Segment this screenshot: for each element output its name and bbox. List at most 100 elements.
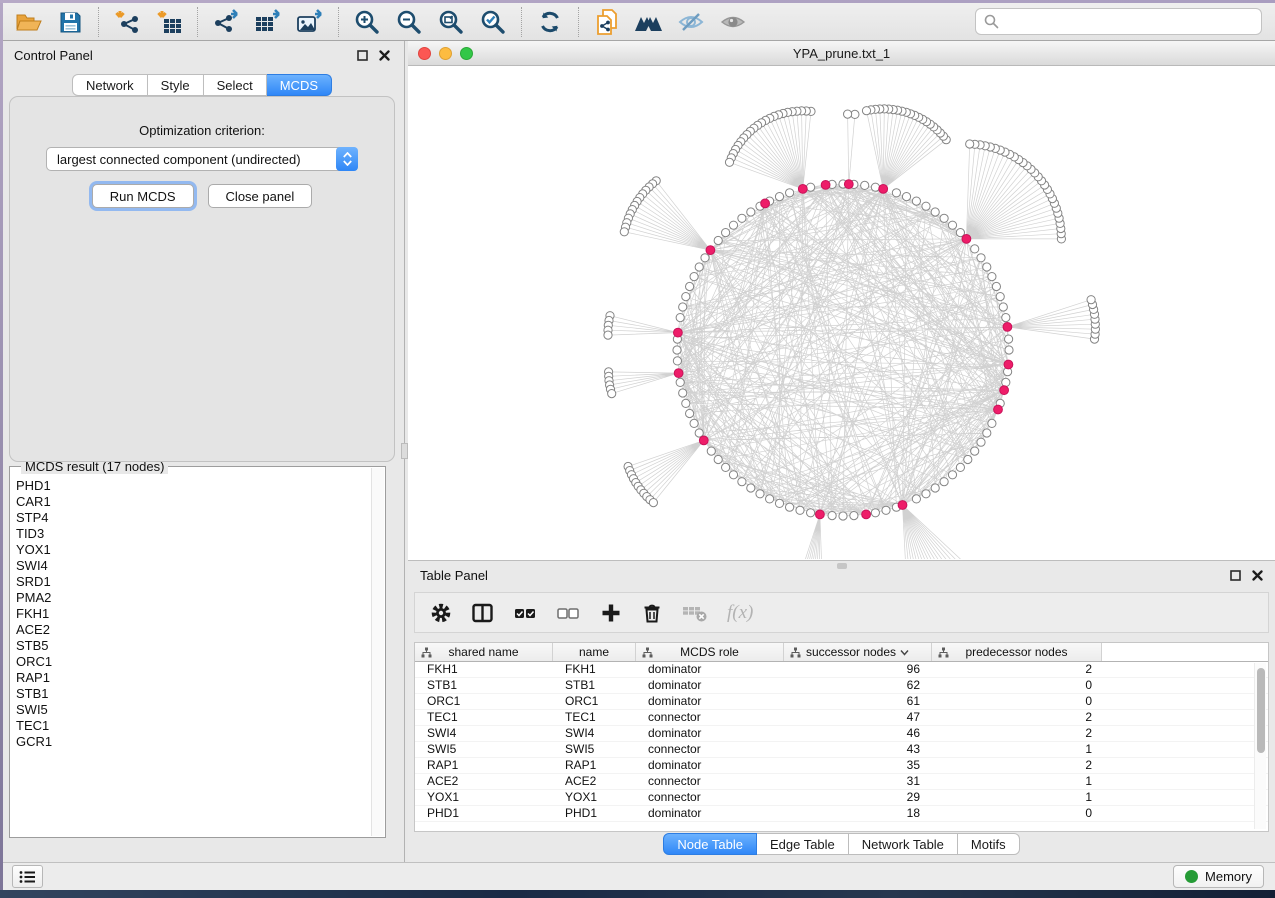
mcds-result-item[interactable]: SRD1 xyxy=(16,574,370,590)
table-row[interactable]: ORC1ORC1dominator610 xyxy=(415,694,1268,710)
open-file-icon[interactable] xyxy=(12,8,44,36)
mcds-result-item[interactable]: ORC1 xyxy=(16,654,370,670)
tab-network-table[interactable]: Network Table xyxy=(849,833,958,855)
float-table-panel-icon[interactable] xyxy=(1230,570,1241,581)
table-cell[interactable]: 1 xyxy=(932,774,1102,789)
graph-node[interactable] xyxy=(686,409,694,417)
mcds-graph-node[interactable] xyxy=(962,235,971,244)
graph-node[interactable] xyxy=(882,506,890,514)
graph-node[interactable] xyxy=(1005,346,1013,354)
table-cell[interactable]: SWI5 xyxy=(415,742,553,757)
graph-node[interactable] xyxy=(996,293,1004,301)
graph-node[interactable] xyxy=(786,503,794,511)
table-cell[interactable]: SWI4 xyxy=(553,726,636,741)
table-cell[interactable]: 0 xyxy=(932,806,1102,821)
table-cell[interactable]: 2 xyxy=(932,710,1102,725)
table-scrollbar-thumb[interactable] xyxy=(1257,668,1265,753)
graph-node[interactable] xyxy=(722,229,730,237)
table-row[interactable]: YOX1YOX1connector291 xyxy=(415,790,1268,806)
graph-node[interactable] xyxy=(747,208,755,216)
mcds-graph-node[interactable] xyxy=(1004,360,1013,369)
select-all-icon[interactable] xyxy=(514,602,538,624)
mcds-result-list[interactable]: PHD1CAR1STP4TID3YOX1SWI4SRD1PMA2FKH1ACE2… xyxy=(11,475,370,836)
import-network-icon[interactable] xyxy=(111,8,143,36)
graph-node[interactable] xyxy=(725,158,733,166)
mcds-result-item[interactable]: STB1 xyxy=(16,686,370,702)
graph-node[interactable] xyxy=(966,140,974,148)
refresh-view-icon[interactable] xyxy=(534,8,566,36)
table-cell[interactable]: dominator xyxy=(636,726,784,741)
new-network-from-selection-icon[interactable] xyxy=(591,8,623,36)
table-cell[interactable]: connector xyxy=(636,742,784,757)
splitter-grip[interactable] xyxy=(401,443,408,459)
deselect-all-icon[interactable] xyxy=(557,602,581,624)
mcds-result-item[interactable]: FKH1 xyxy=(16,606,370,622)
tab-motifs[interactable]: Motifs xyxy=(958,833,1020,855)
mcds-result-item[interactable]: SWI4 xyxy=(16,558,370,574)
mcds-result-item[interactable]: CAR1 xyxy=(16,494,370,510)
network-graph[interactable] xyxy=(408,66,1274,559)
graph-node[interactable] xyxy=(828,512,836,520)
table-cell[interactable]: 62 xyxy=(784,678,932,693)
table-cell[interactable]: ORC1 xyxy=(553,694,636,709)
graph-node[interactable] xyxy=(676,378,684,386)
table-cell[interactable]: dominator xyxy=(636,678,784,693)
graph-node[interactable] xyxy=(747,484,755,492)
graph-node[interactable] xyxy=(775,193,783,201)
table-settings-icon[interactable] xyxy=(430,602,452,624)
graph-node[interactable] xyxy=(922,202,930,210)
table-cell[interactable]: TEC1 xyxy=(415,710,553,725)
mcds-graph-node[interactable] xyxy=(844,180,853,189)
graph-node[interactable] xyxy=(862,107,870,115)
graph-node[interactable] xyxy=(861,181,869,189)
table-cell[interactable]: 96 xyxy=(784,662,932,677)
table-scrollbar[interactable] xyxy=(1254,663,1266,829)
mcds-graph-node[interactable] xyxy=(816,510,825,519)
table-cell[interactable]: FKH1 xyxy=(553,662,636,677)
mcds-graph-node[interactable] xyxy=(674,328,683,337)
graph-node[interactable] xyxy=(983,429,991,437)
mcds-result-item[interactable]: STP4 xyxy=(16,510,370,526)
export-table-icon[interactable] xyxy=(252,8,284,36)
table-cell[interactable]: 2 xyxy=(932,662,1102,677)
table-cell[interactable]: ORC1 xyxy=(415,694,553,709)
graph-node[interactable] xyxy=(977,438,985,446)
mcds-graph-node[interactable] xyxy=(674,369,683,378)
table-cell[interactable]: dominator xyxy=(636,694,784,709)
dropdown-stepper-icon[interactable] xyxy=(336,147,358,171)
graph-node[interactable] xyxy=(695,263,703,271)
table-cell[interactable]: YOX1 xyxy=(415,790,553,805)
mcds-result-scrollbar[interactable] xyxy=(371,468,384,836)
graph-node[interactable] xyxy=(807,509,815,517)
graph-node[interactable] xyxy=(902,193,910,201)
mcds-graph-node[interactable] xyxy=(761,199,770,208)
float-panel-icon[interactable] xyxy=(357,50,368,61)
table-cell[interactable]: 29 xyxy=(784,790,932,805)
graph-node[interactable] xyxy=(992,282,1000,290)
graph-node[interactable] xyxy=(940,214,948,222)
graph-node[interactable] xyxy=(766,495,774,503)
table-row[interactable]: SWI4SWI4dominator462 xyxy=(415,726,1268,742)
show-all-icon[interactable] xyxy=(717,8,749,36)
graph-node[interactable] xyxy=(690,273,698,281)
table-cell[interactable]: YOX1 xyxy=(553,790,636,805)
table-cell[interactable]: 2 xyxy=(932,758,1102,773)
panel-splitter[interactable] xyxy=(401,41,408,862)
graph-node[interactable] xyxy=(701,254,709,262)
table-cell[interactable]: 31 xyxy=(784,774,932,789)
table-cell[interactable]: 2 xyxy=(932,726,1102,741)
window-close-icon[interactable] xyxy=(418,47,431,60)
graph-node[interactable] xyxy=(839,512,847,520)
table-row[interactable]: RAP1RAP1dominator352 xyxy=(415,758,1268,774)
graph-node[interactable] xyxy=(850,512,858,520)
graph-node[interactable] xyxy=(844,110,852,118)
column-header-name[interactable]: name xyxy=(553,643,636,661)
import-table-icon[interactable] xyxy=(153,8,185,36)
graph-node[interactable] xyxy=(1002,378,1010,386)
table-cell[interactable]: RAP1 xyxy=(415,758,553,773)
table-cell[interactable]: 0 xyxy=(932,694,1102,709)
graph-node[interactable] xyxy=(729,221,737,229)
mcds-result-item[interactable]: YOX1 xyxy=(16,542,370,558)
graph-node[interactable] xyxy=(948,471,956,479)
column-header-mcds-role[interactable]: MCDS role xyxy=(636,643,784,661)
